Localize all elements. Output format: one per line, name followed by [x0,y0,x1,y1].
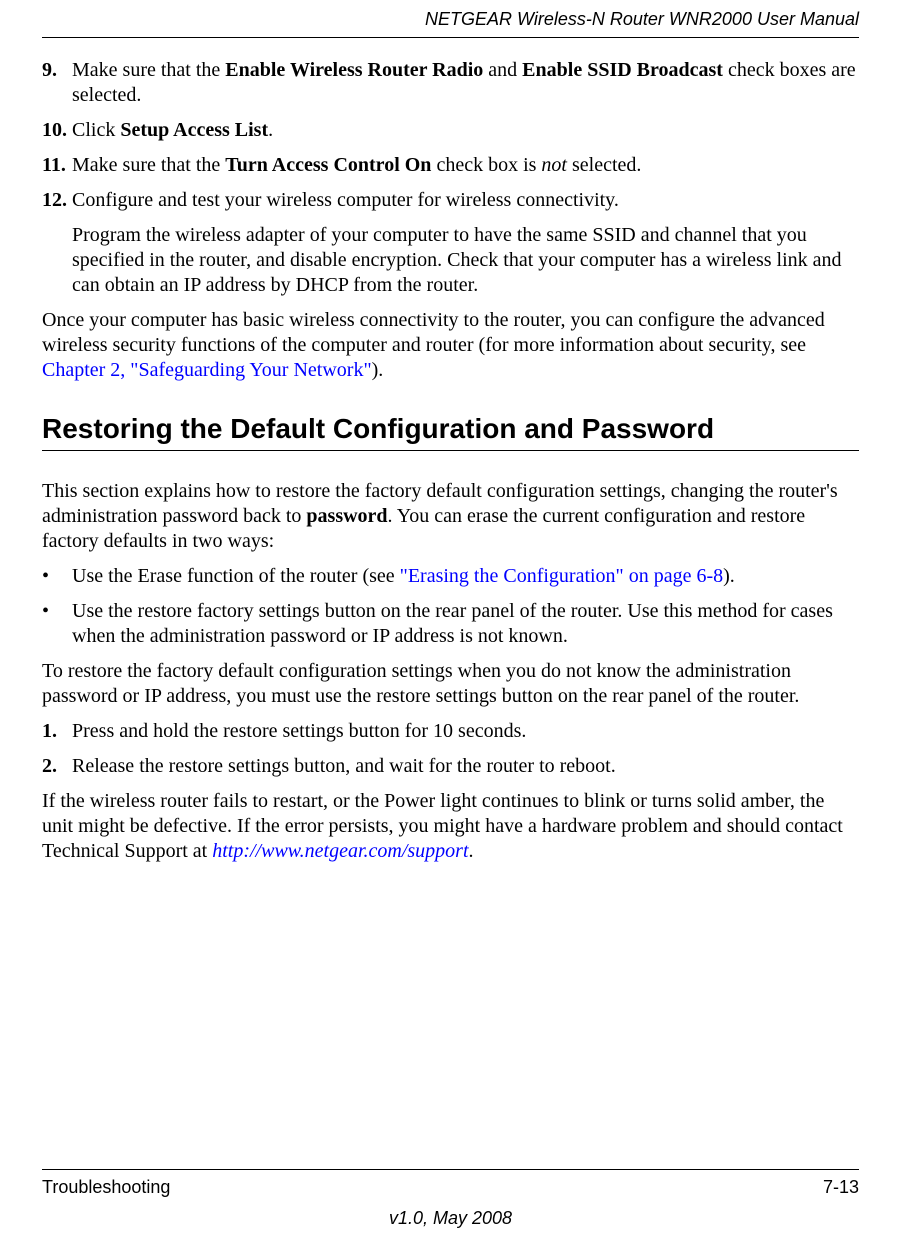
bullet-marker: • [42,564,72,589]
cross-reference-link[interactable]: Chapter 2, "Safeguarding Your Network" [42,359,372,381]
numbered-list-item: 9.Make sure that the Enable Wireless Rou… [42,58,859,108]
paragraph: If the wireless router fails to restart,… [42,789,859,864]
section-rule [42,450,859,451]
list-marker: 9. [42,58,72,108]
numbered-list-item: 11.Make sure that the Turn Access Contro… [42,153,859,178]
external-link[interactable]: http://www.netgear.com/support [212,840,468,862]
numbered-list-item: 12.Configure and test your wireless comp… [42,188,859,213]
page-footer: Troubleshooting 7-13 v1.0, May 2008 [42,1169,859,1229]
footer-version: v1.0, May 2008 [42,1207,859,1230]
numbered-list-item: 1.Press and hold the restore settings bu… [42,719,859,744]
list-marker: 12. [42,188,72,213]
list-marker: 10. [42,118,72,143]
list-marker: 2. [42,754,72,779]
footer-page-number: 7-13 [823,1176,859,1199]
list-marker: 11. [42,153,72,178]
running-header: NETGEAR Wireless-N Router WNR2000 User M… [42,8,859,31]
bullet-list-item: •Use the restore factory settings button… [42,599,859,649]
paragraph: This section explains how to restore the… [42,479,859,554]
footer-section: Troubleshooting [42,1176,170,1199]
paragraph: To restore the factory default configura… [42,659,859,709]
bullet-marker: • [42,599,72,649]
cross-reference-link[interactable]: "Erasing the Configuration" on page 6-8 [400,565,723,587]
numbered-list-item: 2.Release the restore settings button, a… [42,754,859,779]
bullet-list-item: •Use the Erase function of the router (s… [42,564,859,589]
paragraph: Once your computer has basic wireless co… [42,308,859,383]
section-heading: Restoring the Default Configuration and … [42,411,859,446]
numbered-list-item: 10.Click Setup Access List. [42,118,859,143]
header-rule [42,37,859,38]
list-marker: 1. [42,719,72,744]
